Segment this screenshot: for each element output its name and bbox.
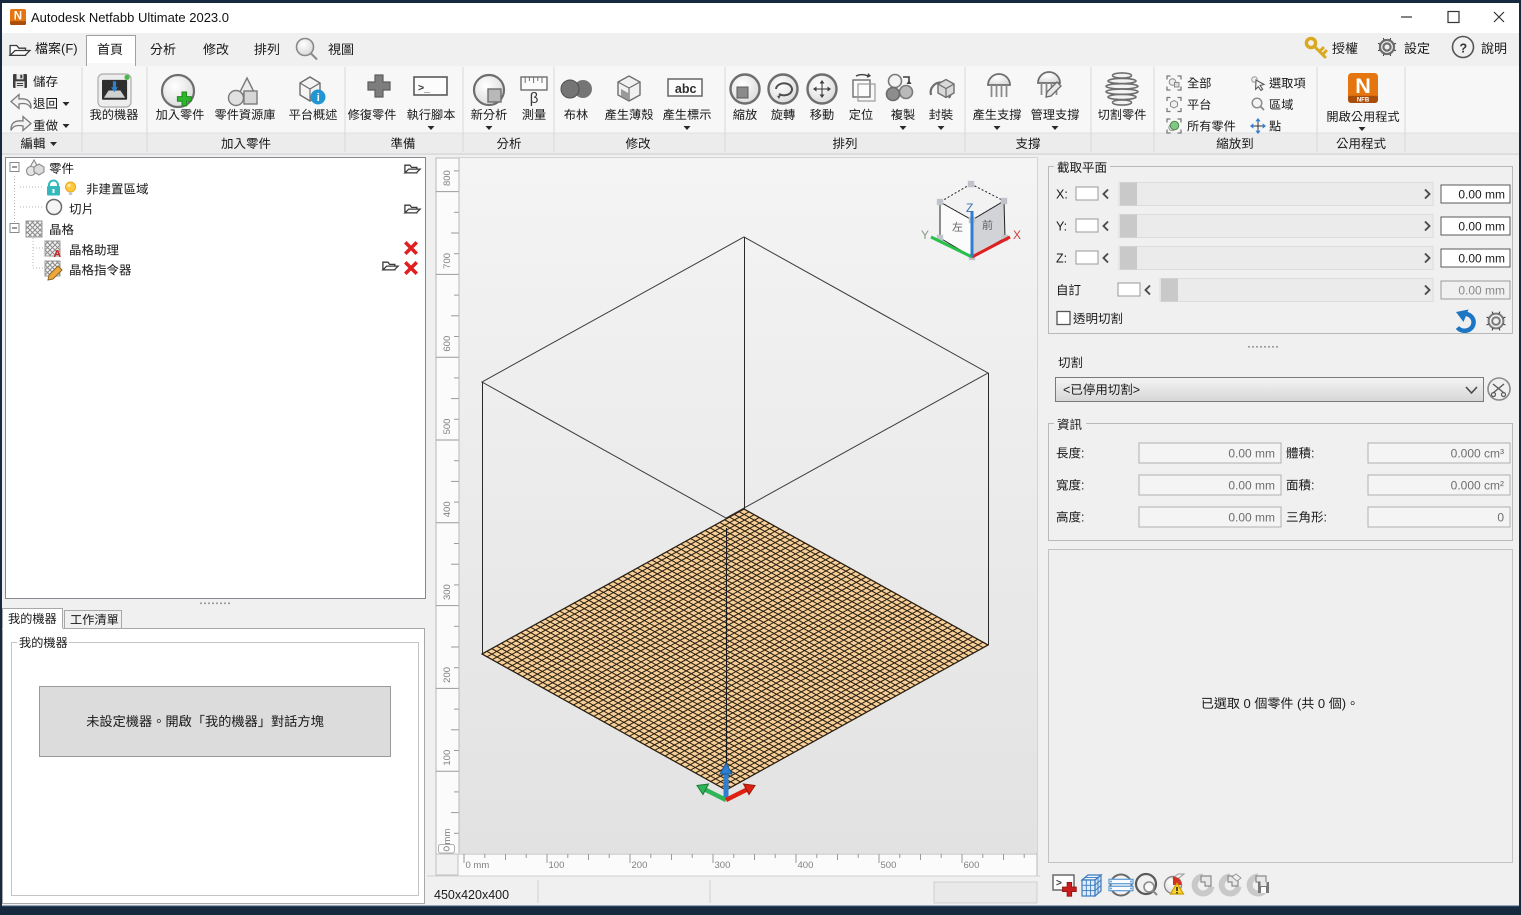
- svg-text:0.000 cm³: 0.000 cm³: [1451, 447, 1504, 461]
- svg-text:>: >: [1133, 383, 1140, 397]
- svg-text:0.00 mm: 0.00 mm: [1228, 511, 1275, 525]
- svg-text:0: 0: [1240, 696, 1254, 711]
- svg-text:200: 200: [632, 860, 648, 871]
- svg-text:200: 200: [442, 667, 453, 683]
- svg-text:abc: abc: [675, 82, 697, 96]
- svg-text:>_: >_: [418, 82, 430, 94]
- svg-text:600: 600: [964, 860, 980, 871]
- svg-text:0.00 mm: 0.00 mm: [1458, 284, 1505, 298]
- svg-text:(: (: [1293, 696, 1302, 711]
- svg-text:Z:: Z:: [1056, 252, 1067, 266]
- svg-text:0.00 mm: 0.00 mm: [1228, 479, 1275, 493]
- svg-text::: :: [1311, 479, 1314, 493]
- svg-text:500: 500: [881, 860, 897, 871]
- svg-text:Autodesk Netfabb Ultimate 2023: Autodesk Netfabb Ultimate 2023.0: [31, 10, 229, 25]
- svg-text:450x420x400: 450x420x400: [434, 888, 509, 902]
- svg-text:X:: X:: [1056, 188, 1068, 202]
- svg-text:β: β: [530, 90, 539, 107]
- svg-text:800: 800: [442, 170, 453, 186]
- svg-text:<: <: [1063, 383, 1070, 397]
- svg-text:0.00 mm: 0.00 mm: [1458, 188, 1505, 202]
- svg-text:0 mm: 0 mm: [466, 860, 490, 871]
- svg-text:0.000 cm²: 0.000 cm²: [1451, 479, 1504, 493]
- svg-text:0.00 mm: 0.00 mm: [1458, 220, 1505, 234]
- svg-text:100: 100: [442, 750, 453, 766]
- svg-text:300: 300: [715, 860, 731, 871]
- svg-text:i: i: [317, 92, 320, 104]
- svg-text:(F): (F): [61, 41, 78, 56]
- svg-text:NFB: NFB: [1357, 98, 1370, 104]
- svg-text:400: 400: [442, 501, 453, 517]
- svg-text:0: 0: [1497, 511, 1504, 525]
- svg-text:0.00 mm: 0.00 mm: [1458, 252, 1505, 266]
- svg-text::: :: [1311, 447, 1314, 461]
- svg-text:0: 0: [1314, 696, 1328, 711]
- svg-text::: :: [1081, 447, 1084, 461]
- svg-text:400: 400: [798, 860, 814, 871]
- svg-text:Z: Z: [966, 201, 973, 215]
- svg-text:300: 300: [442, 584, 453, 600]
- svg-text:500: 500: [442, 419, 453, 435]
- svg-text:A: A: [54, 248, 62, 260]
- svg-text:600: 600: [442, 336, 453, 352]
- svg-text:N: N: [14, 11, 22, 23]
- svg-text:100: 100: [549, 860, 565, 871]
- svg-text:Y: Y: [921, 228, 929, 242]
- svg-text:N: N: [1355, 73, 1371, 98]
- svg-text:X: X: [1013, 228, 1021, 242]
- svg-text:): ): [1342, 696, 1346, 711]
- svg-text::: :: [1081, 479, 1084, 493]
- svg-text:Y:: Y:: [1056, 220, 1067, 234]
- svg-text:0.00 mm: 0.00 mm: [1228, 447, 1275, 461]
- svg-text::: :: [1081, 511, 1084, 525]
- svg-text:?: ?: [1460, 42, 1468, 56]
- svg-text:700: 700: [442, 253, 453, 269]
- svg-text::: :: [1324, 511, 1327, 525]
